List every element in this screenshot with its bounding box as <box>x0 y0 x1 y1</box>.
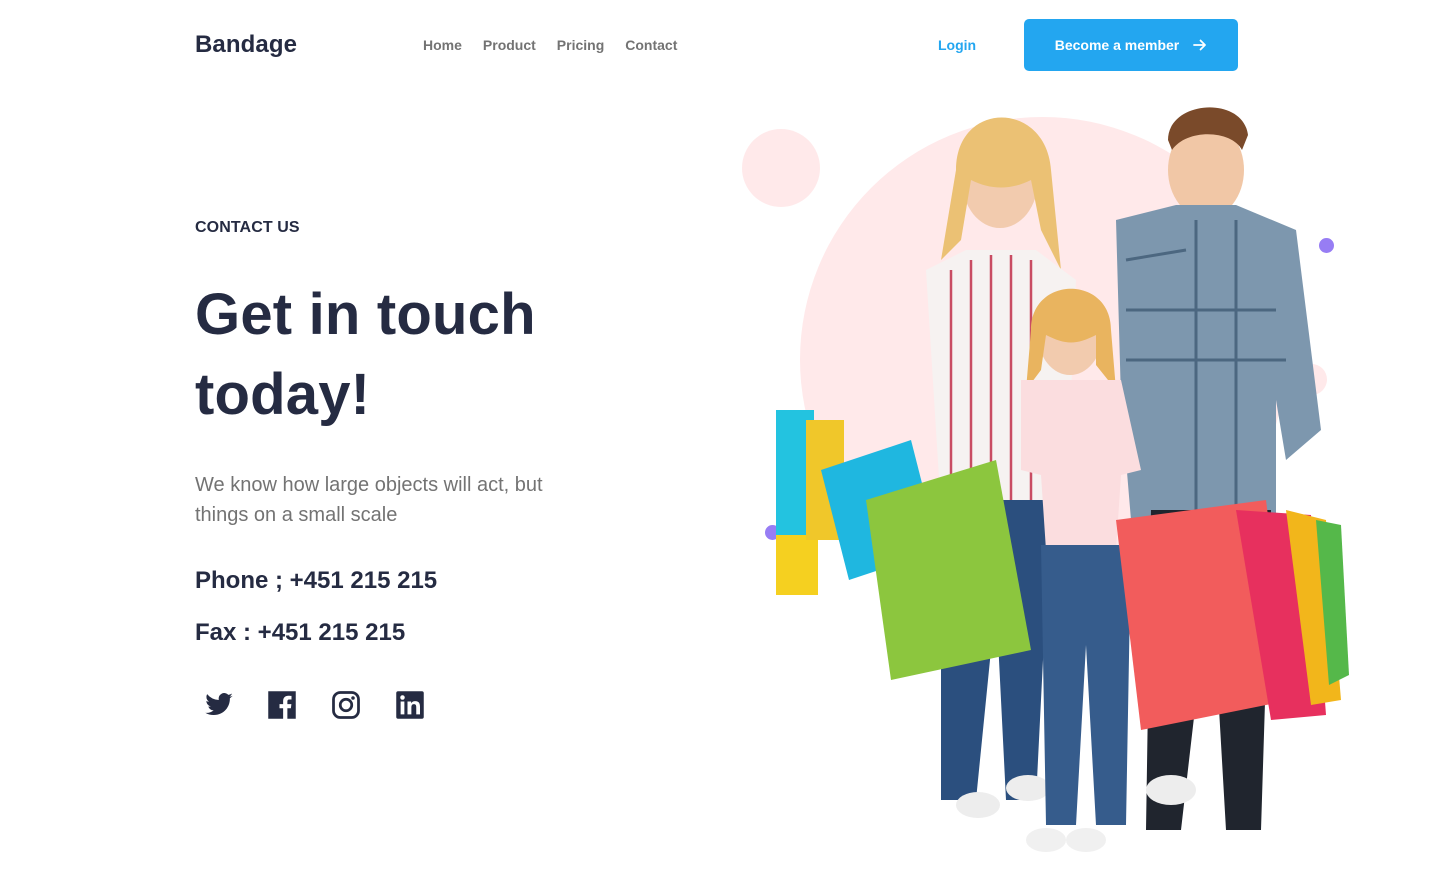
main-nav: Home Product Pricing Contact <box>423 37 698 53</box>
brand-logo[interactable]: Bandage <box>195 31 297 59</box>
family-shopping-image <box>776 107 1349 852</box>
nav-product[interactable]: Product <box>483 37 536 53</box>
login-link[interactable]: Login <box>938 37 976 53</box>
section-description: We know how large objects will act, but … <box>195 474 543 526</box>
instagram-icon[interactable] <box>331 690 361 724</box>
fax-number: Fax : +451 215 215 <box>195 619 406 646</box>
become-member-button[interactable]: Become a member <box>1024 19 1238 71</box>
page-title: Get in touch today! <box>195 282 536 427</box>
nav-pricing[interactable]: Pricing <box>557 37 604 53</box>
twitter-icon[interactable] <box>203 690 233 724</box>
linkedin-icon[interactable] <box>395 690 425 724</box>
facebook-icon[interactable] <box>267 690 297 724</box>
nav-home[interactable]: Home <box>423 37 462 53</box>
nav-contact[interactable]: Contact <box>625 37 677 53</box>
arrow-right-icon <box>1193 39 1207 51</box>
phone-number: Phone ; +451 215 215 <box>195 567 438 594</box>
social-links <box>203 690 425 724</box>
become-member-label: Become a member <box>1054 37 1180 53</box>
hero-illustration <box>740 80 1360 870</box>
section-eyebrow: CONTACT US <box>195 219 300 236</box>
